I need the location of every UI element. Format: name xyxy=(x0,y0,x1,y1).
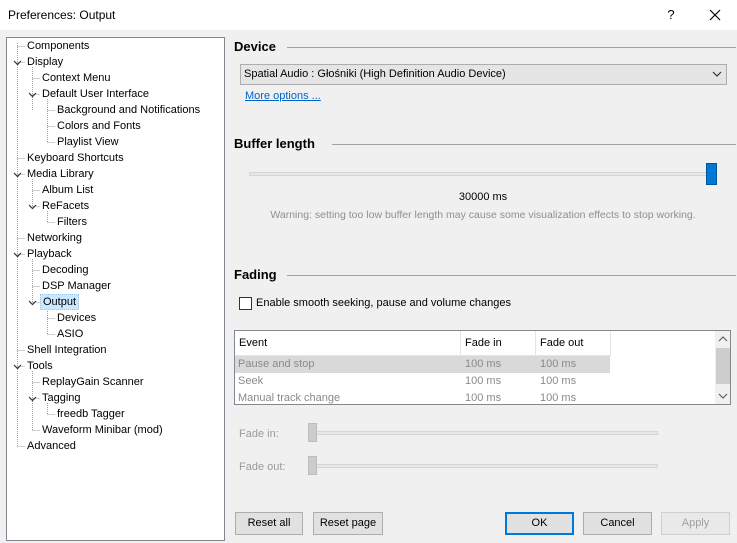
window-title: Preferences: Output xyxy=(8,8,116,22)
tree-item-asio[interactable]: ASIO xyxy=(55,326,85,342)
dialog-client: Components Display Context Menu Default … xyxy=(0,30,737,543)
ok-button[interactable]: OK xyxy=(505,512,574,535)
tree-item-shell-integration[interactable]: Shell Integration xyxy=(25,342,109,358)
event-cell: Manual track change xyxy=(238,392,341,404)
tree-item-components[interactable]: Components xyxy=(25,38,91,54)
collapse-chevron-icon[interactable] xyxy=(13,58,22,67)
tree-item-filters[interactable]: Filters xyxy=(55,214,89,230)
tree-item-networking[interactable]: Networking xyxy=(25,230,84,246)
device-section-divider xyxy=(287,47,736,48)
fading-section-title: Fading xyxy=(234,267,277,282)
tree-item-advanced[interactable]: Advanced xyxy=(25,438,78,454)
scrollbar-thumb[interactable] xyxy=(716,348,730,384)
fade-in-cell: 100 ms xyxy=(465,392,502,404)
fade-in-slider-track[interactable] xyxy=(312,431,658,435)
reset-page-button[interactable]: Reset page xyxy=(313,512,383,535)
collapse-chevron-icon[interactable] xyxy=(13,250,22,259)
collapse-chevron-icon[interactable] xyxy=(28,202,37,211)
fading-events-list[interactable]: Event Fade in Fade out Pause and stop 10… xyxy=(234,330,731,405)
scroll-up-button[interactable] xyxy=(715,331,730,347)
collapse-chevron-icon[interactable] xyxy=(28,298,37,307)
buffer-length-value: 30000 ms xyxy=(458,191,508,203)
fading-section-divider xyxy=(287,275,736,276)
fade-in-label: Fade in: xyxy=(239,428,279,440)
help-button[interactable]: ? xyxy=(661,5,681,25)
close-button[interactable] xyxy=(702,3,728,27)
column-header-event[interactable]: Event xyxy=(235,331,461,356)
tree-item-album-list[interactable]: Album List xyxy=(40,182,95,198)
smooth-fading-label[interactable]: Enable smooth seeking, pause and volume … xyxy=(256,297,511,309)
collapse-chevron-icon[interactable] xyxy=(28,90,37,99)
fade-out-cell: 100 ms xyxy=(540,358,577,370)
collapse-chevron-icon[interactable] xyxy=(13,362,22,371)
chevron-up-icon xyxy=(718,336,728,342)
tree-item-colors-and-fonts[interactable]: Colors and Fonts xyxy=(55,118,143,134)
tree-item-decoding[interactable]: Decoding xyxy=(40,262,90,278)
tree-item-media-library[interactable]: Media Library xyxy=(25,166,96,182)
buffer-slider-track[interactable] xyxy=(249,172,713,176)
tree-item-context-menu[interactable]: Context Menu xyxy=(40,70,112,86)
fade-out-label: Fade out: xyxy=(239,461,286,473)
cancel-button[interactable]: Cancel xyxy=(583,512,652,535)
scroll-down-button[interactable] xyxy=(715,388,730,404)
tree-item-refacets[interactable]: ReFacets xyxy=(40,198,91,214)
column-header-fade-in[interactable]: Fade in xyxy=(461,331,536,356)
tree-item-playback[interactable]: Playback xyxy=(25,246,74,262)
column-header-fade-out[interactable]: Fade out xyxy=(536,331,611,356)
smooth-fading-checkbox[interactable] xyxy=(239,297,252,310)
list-scrollbar[interactable] xyxy=(715,331,730,404)
tree-item-tools[interactable]: Tools xyxy=(25,358,55,374)
tree-item-keyboard-shortcuts[interactable]: Keyboard Shortcuts xyxy=(25,150,126,166)
fade-in-cell: 100 ms xyxy=(465,358,502,370)
buffer-warning-text: Warning: setting too low buffer length m… xyxy=(270,209,696,221)
tree-item-output[interactable]: Output xyxy=(40,294,80,310)
tree-item-display[interactable]: Display xyxy=(25,54,65,70)
tree-item-dsp-manager[interactable]: DSP Manager xyxy=(40,278,113,294)
device-section-title: Device xyxy=(234,39,276,54)
fade-out-slider-thumb[interactable] xyxy=(308,456,317,475)
tree-item-default-user-interface[interactable]: Default User Interface xyxy=(40,86,151,102)
tree-item-waveform-minibar[interactable]: Waveform Minibar (mod) xyxy=(40,422,165,438)
tree-item-freedb-tagger[interactable]: freedb Tagger xyxy=(55,406,127,422)
title-bar: Preferences: Output ? xyxy=(0,0,737,30)
collapse-chevron-icon[interactable] xyxy=(13,170,22,179)
table-row[interactable]: Seek 100 ms 100 ms xyxy=(235,373,610,390)
event-cell: Pause and stop xyxy=(238,358,315,370)
reset-all-button[interactable]: Reset all xyxy=(235,512,303,535)
buffer-section-divider xyxy=(332,144,736,145)
table-row[interactable]: Pause and stop 100 ms 100 ms xyxy=(235,356,610,373)
collapse-chevron-icon[interactable] xyxy=(28,394,37,403)
tree-item-playlist-view[interactable]: Playlist View xyxy=(55,134,121,150)
table-row[interactable]: Manual track change 100 ms 100 ms xyxy=(235,390,610,404)
chevron-down-icon xyxy=(712,71,722,77)
preferences-tree[interactable]: Components Display Context Menu Default … xyxy=(6,37,225,541)
apply-button[interactable]: Apply xyxy=(661,512,730,535)
more-options-link[interactable]: More options ... xyxy=(245,90,321,102)
buffer-section-title: Buffer length xyxy=(234,136,315,151)
tree-item-devices[interactable]: Devices xyxy=(55,310,98,326)
event-cell: Seek xyxy=(238,375,264,387)
fade-out-slider-track[interactable] xyxy=(312,464,658,468)
chevron-down-icon xyxy=(718,393,728,399)
tree-item-replaygain-scanner[interactable]: ReplayGain Scanner xyxy=(40,374,146,390)
tree-item-background-and-notifications[interactable]: Background and Notifications xyxy=(55,102,202,118)
fade-out-cell: 100 ms xyxy=(540,392,577,404)
device-select[interactable]: Spatial Audio : Głośniki (High Definitio… xyxy=(240,64,727,85)
fade-in-slider-thumb[interactable] xyxy=(308,423,317,442)
device-select-value: Spatial Audio : Głośniki (High Definitio… xyxy=(244,68,506,80)
fade-out-cell: 100 ms xyxy=(540,375,577,387)
close-icon xyxy=(709,9,721,21)
buffer-slider-thumb[interactable] xyxy=(706,163,717,185)
fade-in-cell: 100 ms xyxy=(465,375,502,387)
tree-item-tagging[interactable]: Tagging xyxy=(40,390,83,406)
